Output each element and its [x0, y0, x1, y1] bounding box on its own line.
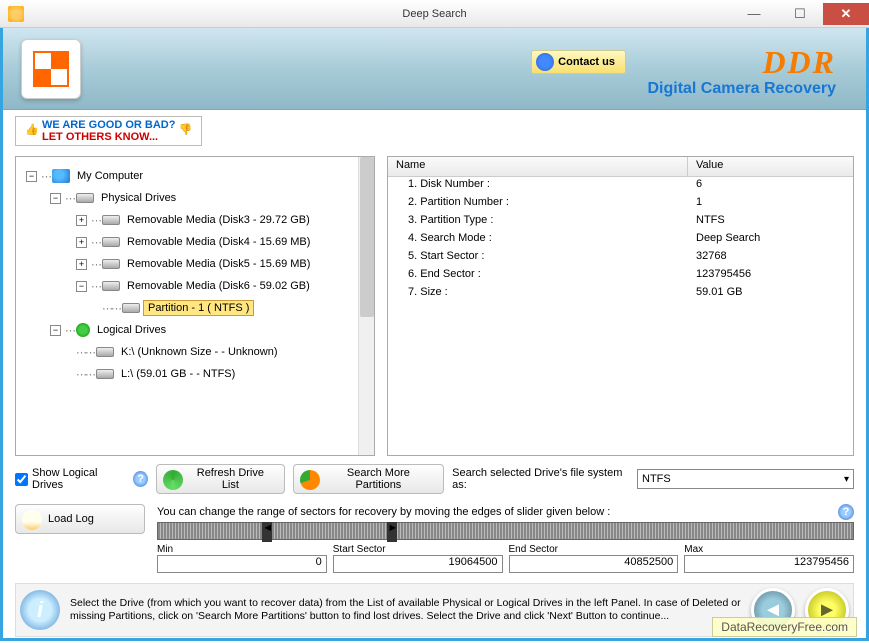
refresh-icon	[163, 470, 183, 490]
tree-scrollbar[interactable]	[358, 157, 374, 455]
expand-icon[interactable]: +	[76, 259, 87, 270]
collapse-icon[interactable]: −	[50, 325, 61, 336]
file-system-select[interactable]: NTFS	[637, 469, 854, 489]
detail-name: 5. Start Sector :	[388, 249, 688, 267]
help-icon[interactable]: ?	[133, 471, 148, 487]
drive-icon	[102, 281, 120, 291]
end-sector-field[interactable]: 40852500	[509, 555, 679, 573]
drive-icon	[76, 193, 94, 203]
header-banner: Contact us DDR Digital Camera Recovery	[3, 28, 866, 110]
detail-row: 5. Start Sector :32768	[388, 249, 853, 267]
logical-drive-icon	[76, 323, 90, 337]
tree-root[interactable]: − ⋯ My Computer	[20, 165, 370, 187]
footer-instructions: Select the Drive (from which you want to…	[70, 597, 741, 624]
contact-us-button[interactable]: Contact us	[531, 50, 626, 74]
detail-name: 2. Partition Number :	[388, 195, 688, 213]
expand-icon[interactable]: +	[76, 237, 87, 248]
slider-handle-end[interactable]: ►	[387, 522, 397, 542]
tree-drive-item[interactable]: + ⋯ Removable Media (Disk5 - 15.69 MB)	[20, 253, 370, 275]
min-sector-field[interactable]: 0	[157, 555, 327, 573]
detail-row: 4. Search Mode :Deep Search	[388, 231, 853, 249]
info-icon: i	[20, 590, 60, 630]
detail-value: NTFS	[688, 213, 853, 231]
drive-tree-panel: − ⋯ My Computer − ⋯ Physical Drives + ⋯ …	[15, 156, 375, 456]
collapse-icon[interactable]: −	[76, 281, 87, 292]
collapse-icon[interactable]: −	[26, 171, 37, 182]
show-logical-checkbox[interactable]: Show Logical Drives	[15, 467, 125, 491]
thumbs-down-icon: 👎	[178, 124, 192, 138]
detail-row: 2. Partition Number :1	[388, 195, 853, 213]
tree-physical-drives[interactable]: − ⋯ Physical Drives	[20, 187, 370, 209]
start-sector-field[interactable]: 19064500	[333, 555, 503, 573]
detail-name: 6. End Sector :	[388, 267, 688, 285]
app-icon	[8, 6, 24, 22]
tree-drive-item[interactable]: + ⋯ Removable Media (Disk3 - 29.72 GB)	[20, 209, 370, 231]
detail-name: 1. Disk Number :	[388, 177, 688, 195]
detail-row: 3. Partition Type :NTFS	[388, 213, 853, 231]
maximize-button[interactable]: ☐	[777, 3, 823, 25]
detail-value: 123795456	[688, 267, 853, 285]
detail-name: 4. Search Mode :	[388, 231, 688, 249]
minimize-button[interactable]: —	[731, 3, 777, 25]
tree-partition-selected[interactable]: ⋯⋯ Partition - 1 ( NTFS )	[20, 297, 370, 319]
details-header-value: Value	[688, 157, 853, 176]
folder-icon	[22, 510, 42, 530]
tree-logical-drives[interactable]: − ⋯ Logical Drives	[20, 319, 370, 341]
drive-icon	[102, 259, 120, 269]
load-log-button[interactable]: Load Log	[15, 504, 145, 534]
detail-value: 6	[688, 177, 853, 195]
partition-icon	[122, 303, 140, 313]
title-bar: Deep Search — ☐ ✕	[0, 0, 869, 28]
detail-value: 1	[688, 195, 853, 213]
pie-chart-icon	[300, 470, 320, 490]
detail-row: 7. Size :59.01 GB	[388, 285, 853, 303]
computer-icon	[52, 169, 70, 183]
drive-icon	[96, 369, 114, 379]
detail-row: 6. End Sector :123795456	[388, 267, 853, 285]
details-header-name: Name	[388, 157, 688, 176]
drive-icon	[96, 347, 114, 357]
feedback-badge[interactable]: 👍 WE ARE GOOD OR BAD?LET OTHERS KNOW... …	[15, 116, 202, 146]
window-title: Deep Search	[402, 8, 466, 20]
watermark: DataRecoveryFree.com	[712, 617, 857, 637]
file-system-label: Search selected Drive's file system as:	[452, 467, 629, 491]
close-button[interactable]: ✕	[823, 3, 869, 25]
slider-hint: You can change the range of sectors for …	[157, 506, 610, 518]
sector-range-slider[interactable]: ◄ ►	[157, 522, 854, 540]
tree-logical-item[interactable]: ⋯⋯ L:\ (59.01 GB - - NTFS)	[20, 363, 370, 385]
details-panel: Name Value 1. Disk Number :62. Partition…	[387, 156, 854, 456]
slider-handle-start[interactable]: ◄	[262, 522, 272, 542]
detail-value: 59.01 GB	[688, 285, 853, 303]
detail-row: 1. Disk Number :6	[388, 177, 853, 195]
drive-icon	[102, 215, 120, 225]
max-sector-field[interactable]: 123795456	[684, 555, 854, 573]
detail-value: Deep Search	[688, 231, 853, 249]
tree-drive-item[interactable]: − ⋯ Removable Media (Disk6 - 59.02 GB)	[20, 275, 370, 297]
app-logo	[21, 39, 81, 99]
tree-drive-item[interactable]: + ⋯ Removable Media (Disk4 - 15.69 MB)	[20, 231, 370, 253]
search-more-partitions-button[interactable]: Search More Partitions	[293, 464, 445, 494]
brand-subtitle: Digital Camera Recovery	[647, 80, 836, 98]
brand-text: DDR	[762, 44, 836, 81]
expand-icon[interactable]: +	[76, 215, 87, 226]
detail-name: 3. Partition Type :	[388, 213, 688, 231]
detail-value: 32768	[688, 249, 853, 267]
collapse-icon[interactable]: −	[50, 193, 61, 204]
tree-logical-item[interactable]: ⋯⋯ K:\ (Unknown Size - - Unknown)	[20, 341, 370, 363]
drive-icon	[102, 237, 120, 247]
thumbs-up-icon: 👍	[25, 124, 39, 138]
help-icon[interactable]: ?	[838, 504, 854, 520]
detail-name: 7. Size :	[388, 285, 688, 303]
refresh-drive-list-button[interactable]: Refresh Drive List	[156, 464, 284, 494]
